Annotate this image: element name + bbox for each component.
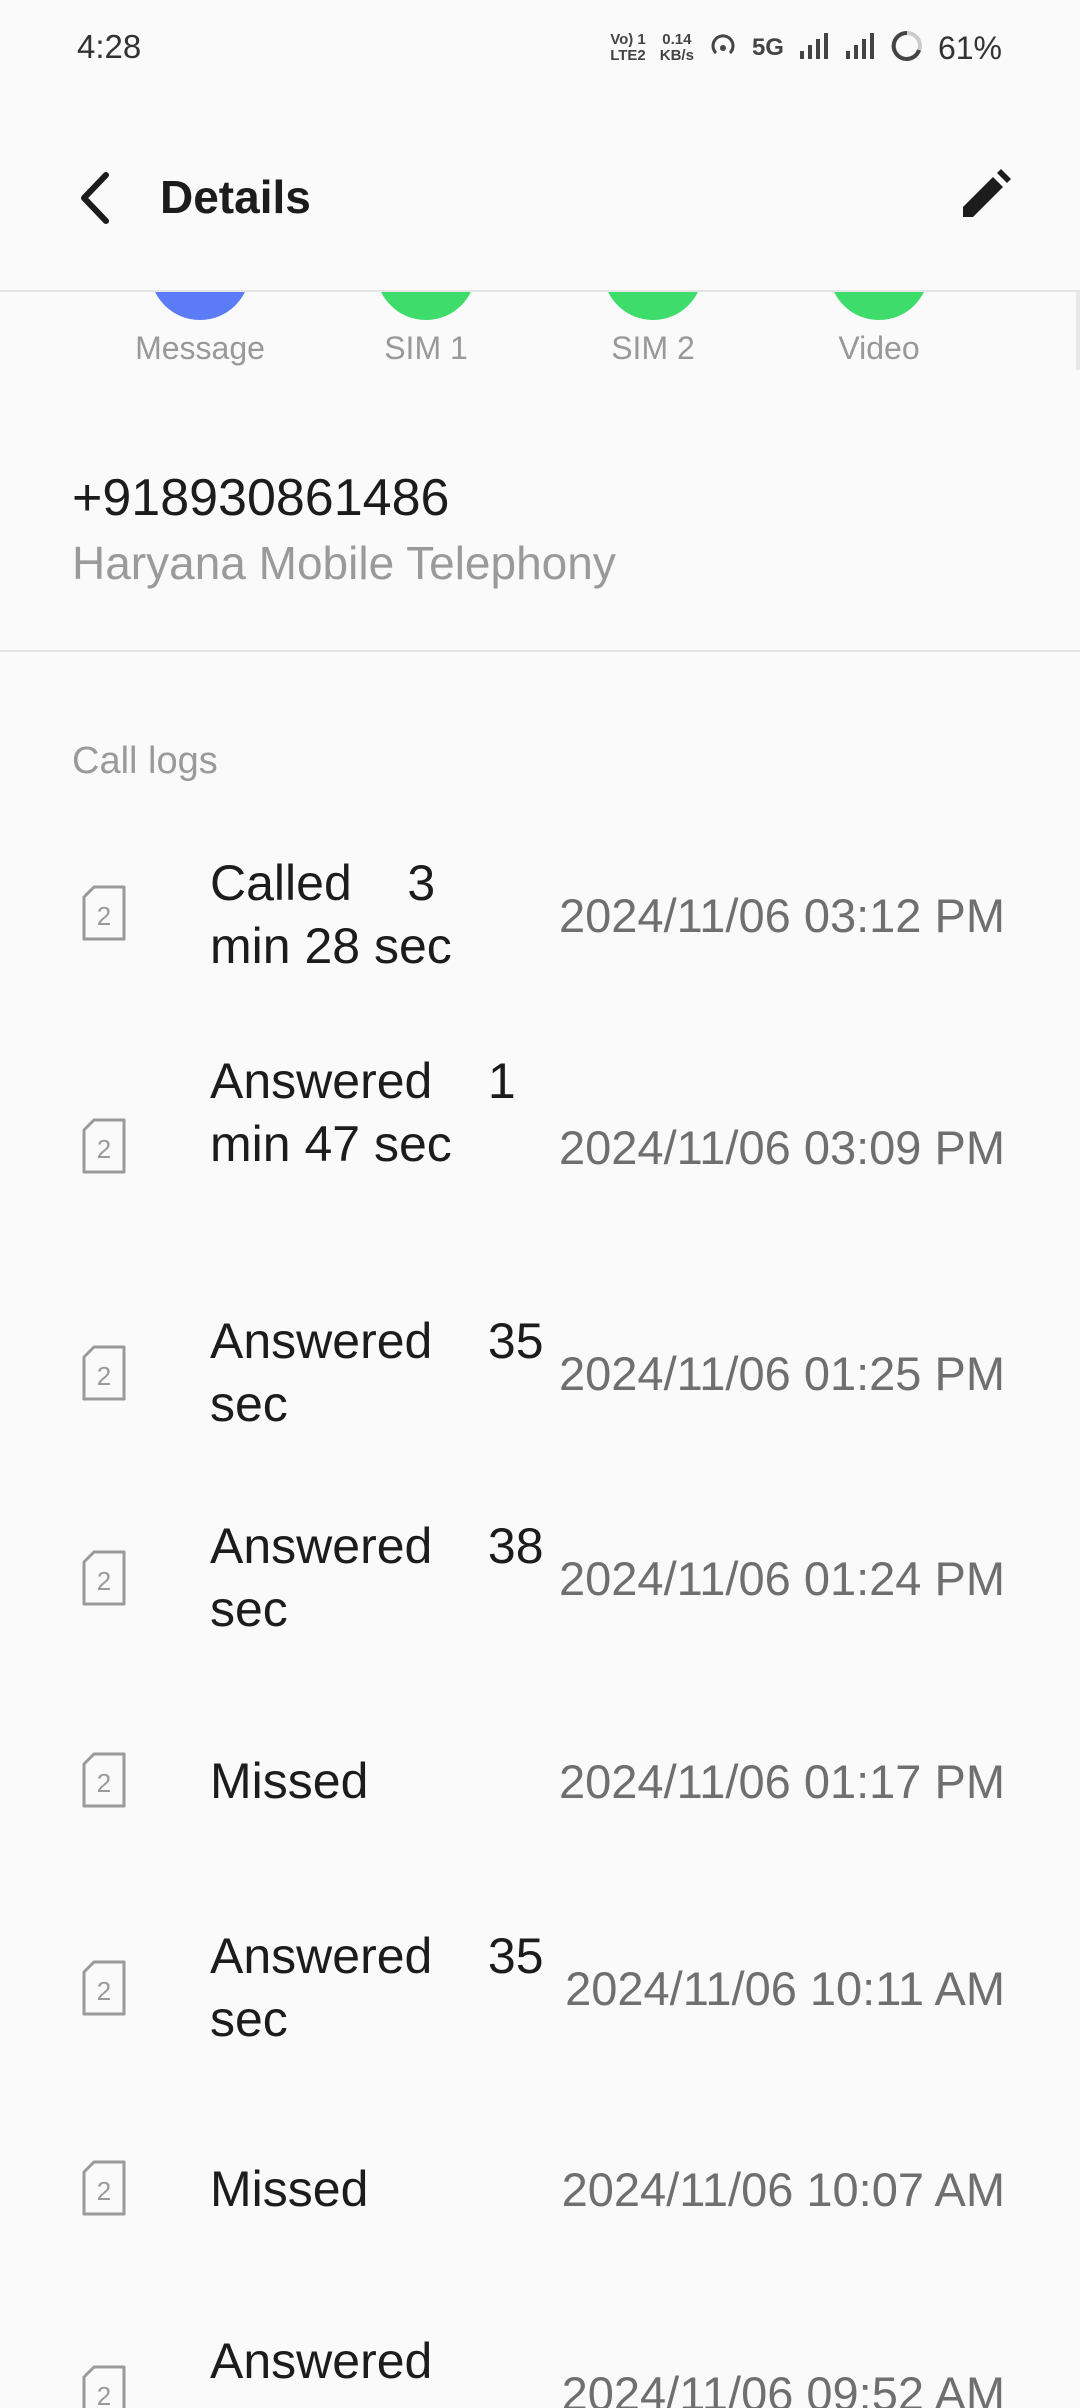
back-button[interactable] — [66, 158, 126, 238]
call-type-label: Missed — [210, 2161, 369, 2217]
battery-percent: 61% — [937, 29, 1002, 66]
call-type: Answered 1 min 47 sec — [210, 1050, 516, 1176]
call-type: Answered 35 sec — [210, 1925, 544, 2051]
sim-card-icon: 2 — [82, 1960, 126, 2016]
status-bar: 4:28 Vo) 1 LTE2 0.14 KB/s 5G 61% — [0, 0, 1080, 100]
call-type: Missed — [210, 1750, 490, 1813]
call-log-row[interactable]: 2 Answered 35 sec 2024/11/06 01:25 PM — [0, 1300, 1080, 1450]
call-log-row[interactable]: 2 Missed 2024/11/06 10:07 AM — [0, 2138, 1080, 2238]
call-type-label: Answered — [210, 1313, 433, 1369]
message-action-label: Message — [135, 330, 265, 366]
call-datetime: 2024/11/06 10:11 AM — [565, 1962, 1005, 2015]
sim-label: 2 — [97, 1768, 111, 1798]
call-datetime: 2024/11/06 01:17 PM — [559, 1755, 1005, 1808]
call-type: Answered 35 sec — [210, 1310, 544, 1436]
call-log-row[interactable]: 2 Answered 38 sec 2024/11/06 01:24 PM — [0, 1505, 1080, 1655]
call-type-label: Answered — [210, 2333, 433, 2389]
call-datetime: 2024/11/06 10:07 AM — [561, 2163, 1005, 2216]
sim-label: 2 — [97, 1566, 111, 1596]
call-type: Called 3 min 28 sec — [210, 852, 490, 978]
hotspot-icon — [708, 31, 738, 66]
page-title: Details — [160, 171, 311, 223]
sim1-call-action[interactable]: SIM 1 — [336, 290, 516, 380]
call-sim1-icon — [376, 290, 476, 320]
network-type: 5G — [751, 34, 784, 61]
network-speed: 0.14 KB/s — [660, 32, 694, 64]
status-icons: Vo) 1 LTE2 0.14 KB/s 5G 61% — [610, 26, 1002, 70]
sim-card-icon: 2 — [82, 2160, 126, 2216]
call-log-row[interactable]: 2 Answered 35 sec 2024/11/06 10:11 AM — [0, 1915, 1080, 2065]
call-type: Missed — [210, 2158, 490, 2221]
sim-card-icon: 2 — [82, 1345, 126, 1401]
sim-label: 2 — [97, 1361, 111, 1391]
sim-label: 2 — [97, 1134, 111, 1164]
call-type: Answered — [210, 2330, 490, 2393]
phone-number[interactable]: +918930861486 — [72, 468, 449, 528]
carrier-name: Haryana Mobile Telephony — [72, 537, 616, 589]
call-datetime: 2024/11/06 03:12 PM — [559, 889, 1005, 942]
call-datetime: 2024/11/06 01:24 PM — [559, 1552, 1005, 1605]
call-type-label: Answered — [210, 1928, 433, 1984]
contact-info: +918930861486 Haryana Mobile Telephony — [0, 380, 1080, 652]
sim2-action-label: SIM 2 — [611, 330, 695, 366]
video-action-label: Video — [838, 330, 920, 366]
battery-icon — [890, 29, 924, 68]
sim-card-icon: 2 — [82, 1118, 126, 1174]
call-log-row[interactable]: 2 Answered 2024/11/06 09:52 AM — [0, 2320, 1080, 2408]
sim-card-icon: 2 — [82, 2365, 126, 2408]
chevron-left-icon — [81, 172, 109, 224]
call-type-label: Called — [210, 855, 352, 911]
volte-label: Vo) 1 — [610, 31, 646, 48]
call-datetime: 2024/11/06 03:09 PM — [559, 1121, 1005, 1174]
sim-card-icon: 2 — [82, 885, 126, 941]
call-type: Answered 38 sec — [210, 1515, 544, 1641]
call-type-label: Answered — [210, 1053, 433, 1109]
call-log-row[interactable]: 2 Called 3 min 28 sec 2024/11/06 03:12 P… — [0, 840, 1080, 990]
lte-label: LTE2 — [610, 47, 646, 64]
call-sim2-icon — [603, 290, 703, 320]
signal-icon-2 — [844, 31, 876, 66]
call-type-label: Missed — [210, 1753, 369, 1809]
sim2-call-action[interactable]: SIM 2 — [563, 290, 743, 380]
sim-label: 2 — [97, 2381, 111, 2408]
call-logs-heading: Call logs — [72, 740, 218, 782]
call-datetime: 2024/11/06 09:52 AM — [561, 2367, 1005, 2408]
call-log-row[interactable]: 2 Answered 1 min 47 sec 2024/11/06 03:09… — [0, 1040, 1080, 1250]
video-call-icon — [829, 290, 929, 320]
scrollbar[interactable] — [1076, 290, 1080, 370]
call-datetime: 2024/11/06 01:25 PM — [559, 1347, 1005, 1400]
speed-unit: KB/s — [659, 47, 694, 64]
status-time: 4:28 — [77, 28, 142, 65]
edit-button[interactable] — [950, 160, 1020, 230]
video-call-action[interactable]: Video — [789, 290, 969, 380]
sim-label: 2 — [97, 901, 111, 931]
pencil-icon — [963, 169, 1011, 217]
message-icon — [150, 290, 250, 320]
call-type-label: Answered — [210, 1518, 433, 1574]
volte-indicator: Vo) 1 LTE2 — [610, 32, 646, 64]
sim-label: 2 — [97, 2176, 111, 2206]
sim-card-icon: 2 — [82, 1752, 126, 1808]
quick-actions: Message SIM 1 SIM 2 Video — [0, 290, 1080, 380]
sim-card-icon: 2 — [82, 1550, 126, 1606]
signal-icon — [798, 31, 830, 66]
speed-value: 0.14 — [662, 31, 692, 48]
sim1-action-label: SIM 1 — [384, 330, 468, 366]
app-header: Details — [0, 100, 1080, 292]
message-action[interactable]: Message — [110, 290, 290, 380]
sim-label: 2 — [97, 1976, 111, 2006]
call-log-row[interactable]: 2 Missed 2024/11/06 01:17 PM — [0, 1730, 1080, 1830]
